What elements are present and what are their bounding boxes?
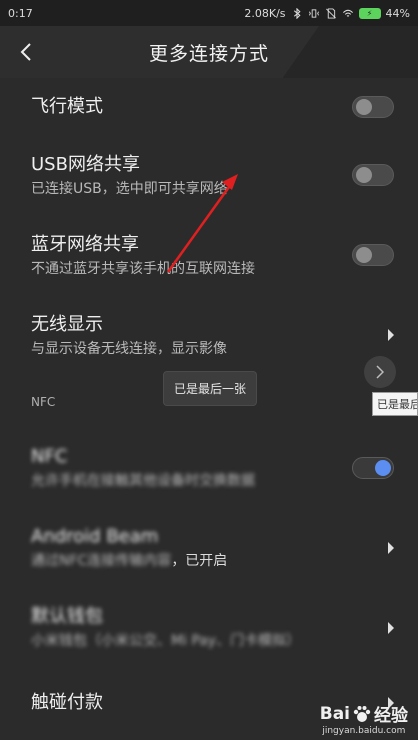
toggle-knob bbox=[356, 167, 372, 183]
bluetooth-icon bbox=[293, 7, 301, 19]
battery-level: 44% bbox=[385, 6, 410, 20]
usb-tethering-toggle[interactable] bbox=[352, 164, 394, 186]
back-arrow-icon bbox=[20, 43, 31, 61]
baidu-watermark: Bai 经验 jingyan.baidu.com bbox=[319, 701, 408, 737]
default-wallet-subtitle: 小米钱包（小米公交、Mi Pay、门卡模拟） bbox=[31, 633, 301, 649]
nfc-toggle[interactable] bbox=[352, 457, 394, 479]
bluetooth-tethering-row[interactable]: 蓝牙网络共享 不通过蓝牙共享该手机的互联网连接 bbox=[0, 216, 418, 296]
page-title: 更多连接方式 bbox=[148, 42, 269, 65]
tooltip-last-image: 已是最后一张 bbox=[372, 392, 418, 416]
nfc-row[interactable]: NFC 允许手机在接触其他设备时交换数据 bbox=[0, 428, 418, 508]
default-wallet-title: 默认钱包 bbox=[31, 606, 103, 627]
wireless-display-subtitle: 与显示设备无线连接，显示影像 bbox=[31, 341, 227, 357]
next-image-button[interactable] bbox=[364, 356, 396, 388]
title-bar: 更多连接方式 bbox=[0, 26, 418, 78]
airplane-mode-title: 飞行模式 bbox=[31, 96, 103, 117]
status-time: 0:17 bbox=[8, 6, 33, 20]
header-decoration bbox=[255, 26, 418, 78]
android-beam-row[interactable]: Android Beam 通过NFC连接传输内容，已开启 bbox=[0, 508, 418, 588]
vibrate-icon bbox=[308, 8, 319, 18]
paw-logo-icon bbox=[353, 705, 371, 722]
android-beam-title: Android Beam bbox=[31, 526, 159, 547]
network-speed: 2.08K/s bbox=[244, 6, 286, 20]
bluetooth-tethering-subtitle: 不通过蓝牙共享该手机的互联网连接 bbox=[31, 261, 255, 277]
watermark-url: jingyan.baidu.com bbox=[322, 726, 406, 736]
chevron-right-icon bbox=[388, 622, 394, 634]
usb-tethering-subtitle: 已连接USB，选中即可共享网络 bbox=[31, 181, 228, 197]
default-wallet-row[interactable]: 默认钱包 小米钱包（小米公交、Mi Pay、门卡模拟） bbox=[0, 588, 418, 668]
nfc-title: NFC bbox=[31, 446, 68, 467]
usb-tethering-row[interactable]: USB网络共享 已连接USB，选中即可共享网络 bbox=[0, 136, 418, 216]
airplane-mode-row[interactable]: 飞行模式 bbox=[0, 78, 418, 136]
nfc-subtitle: 允许手机在接触其他设备时交换数据 bbox=[31, 473, 255, 489]
chevron-right-icon bbox=[388, 329, 394, 341]
bluetooth-tethering-title: 蓝牙网络共享 bbox=[31, 234, 139, 255]
status-bar: 0:17 2.08K/s ⚡ 44% bbox=[0, 0, 418, 26]
toggle-knob bbox=[356, 99, 372, 115]
back-button[interactable] bbox=[8, 36, 44, 68]
watermark-brand-a: Bai bbox=[319, 703, 350, 724]
android-beam-subtitle: 通过NFC连接传输内容 bbox=[31, 553, 172, 569]
toast-message: 已是最后一张 bbox=[163, 371, 258, 406]
chevron-right-icon bbox=[388, 542, 394, 554]
settings-list: 飞行模式 USB网络共享 已连接USB，选中即可共享网络 蓝牙网络共享 不通过蓝… bbox=[0, 78, 418, 738]
chevron-right-icon bbox=[376, 365, 384, 379]
battery-icon: ⚡ bbox=[358, 7, 381, 19]
wireless-display-row[interactable]: 无线显示 与显示设备无线连接，显示影像 bbox=[0, 296, 418, 376]
watermark-brand-b: 经验 bbox=[374, 706, 408, 726]
usb-tethering-title: USB网络共享 bbox=[31, 154, 140, 175]
toggle-knob bbox=[356, 247, 372, 263]
wifi-icon bbox=[342, 9, 353, 17]
bluetooth-tethering-toggle[interactable] bbox=[352, 244, 394, 266]
airplane-mode-toggle[interactable] bbox=[352, 96, 394, 118]
android-beam-status: ，已开启 bbox=[171, 553, 228, 569]
no-sim-icon bbox=[325, 7, 336, 19]
toggle-knob bbox=[375, 460, 391, 476]
wireless-display-title: 无线显示 bbox=[31, 314, 103, 335]
